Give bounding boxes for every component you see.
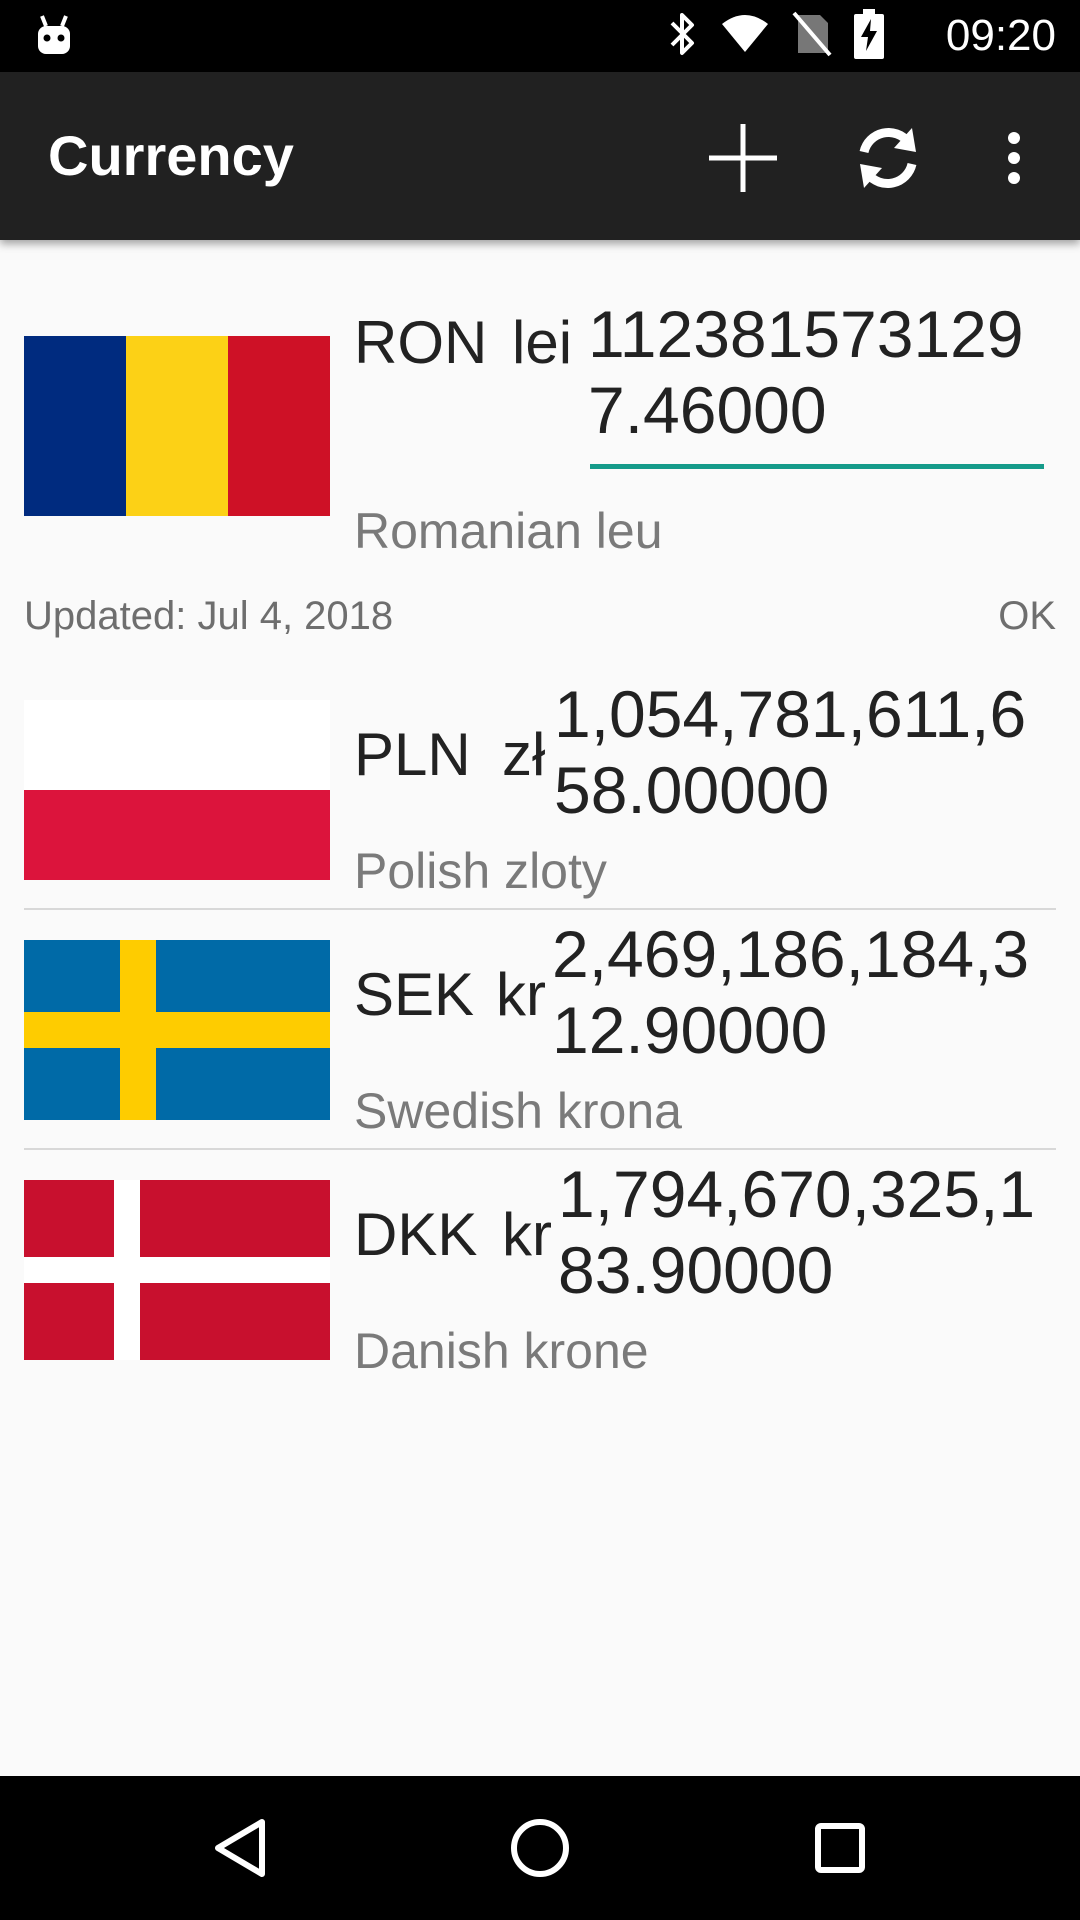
- poland-flag: [24, 700, 330, 880]
- input-underline: [590, 464, 1044, 469]
- status-icons: [668, 8, 884, 64]
- navigation-bar: [0, 1776, 1080, 1920]
- status-text: OK: [998, 594, 1056, 638]
- currency-symbol: lei: [512, 309, 573, 376]
- add-icon: [705, 120, 781, 201]
- battery-charging-icon: [854, 8, 884, 64]
- currency-symbol: kr: [502, 1201, 552, 1268]
- currency-row-pln[interactable]: PLN zł 1,054,781,611,658.00000 Polish zl…: [0, 677, 1080, 920]
- currency-name: Swedish krona: [354, 1083, 682, 1139]
- back-icon: [210, 1816, 270, 1885]
- bluetooth-icon: [668, 11, 698, 62]
- add-currency-button[interactable]: [695, 112, 791, 208]
- currency-value: 1,054,781,611,658.00000: [554, 677, 1027, 827]
- updated-date: Updated: Jul 4, 2018: [24, 594, 394, 638]
- currency-row-dkk[interactable]: DKK kr 1,794,670,325,183.90000 Danish kr…: [0, 1157, 1080, 1400]
- refresh-icon: [852, 122, 924, 199]
- clock: 09:20: [945, 11, 1056, 60]
- status-bar: 09:20: [0, 0, 1080, 72]
- currency-code: DKK: [354, 1201, 478, 1268]
- currency-code: SEK: [354, 961, 475, 1028]
- base-currency-row[interactable]: RON lei 1123815731297.46000 Romanian leu: [0, 296, 1080, 576]
- wifi-icon: [720, 14, 770, 59]
- overflow-menu-icon: [1004, 130, 1024, 191]
- currency-code: PLN: [354, 721, 471, 788]
- recents-button[interactable]: [792, 1802, 888, 1898]
- overflow-menu-button[interactable]: [966, 112, 1062, 208]
- sweden-flag: [24, 940, 330, 1120]
- currency-name: Polish zloty: [354, 843, 607, 899]
- base-amount-input[interactable]: 1123815731297.46000: [588, 296, 1044, 472]
- currency-symbol: zł: [502, 721, 546, 788]
- home-icon: [508, 1816, 572, 1885]
- currency-value: 1,794,670,325,183.90000: [558, 1157, 1036, 1307]
- currency-name: Danish krone: [354, 1323, 649, 1379]
- denmark-flag: [24, 1180, 330, 1360]
- no-sim-icon: [792, 11, 832, 62]
- currency-row-sek[interactable]: SEK kr 2,469,186,184,312.90000 Swedish k…: [0, 917, 1080, 1160]
- home-button[interactable]: [492, 1802, 588, 1898]
- divider: [24, 908, 1056, 910]
- back-button[interactable]: [192, 1802, 288, 1898]
- currency-code: RON: [354, 309, 488, 376]
- divider: [24, 1148, 1056, 1150]
- romania-flag: [24, 336, 330, 516]
- app-bar: Currency: [0, 72, 1080, 240]
- refresh-button[interactable]: [840, 112, 936, 208]
- recents-icon: [810, 1818, 870, 1883]
- currency-value: 2,469,186,184,312.90000: [552, 917, 1030, 1067]
- currency-symbol: kr: [496, 961, 546, 1028]
- currency-name: Romanian leu: [354, 503, 663, 559]
- app-title: Currency: [48, 124, 294, 187]
- android-icon: [34, 14, 74, 56]
